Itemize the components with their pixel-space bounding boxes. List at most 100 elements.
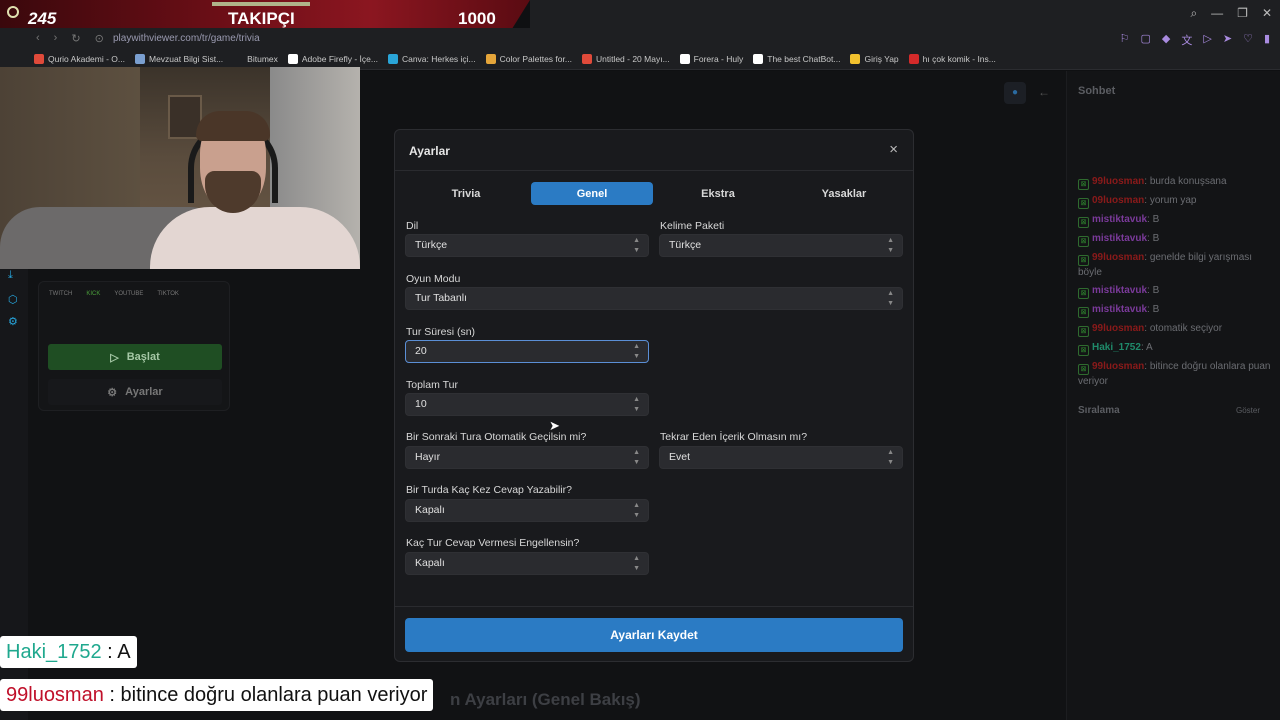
arrow-left-icon[interactable]: ← (1038, 85, 1050, 99)
ranking-show-button[interactable]: Göster (1236, 406, 1260, 415)
chat-text: yorum yap (1149, 195, 1197, 206)
select-arrows-icon: ▲ ▼ (887, 290, 894, 307)
goal-progress-marker (212, 2, 310, 6)
tab-trivia[interactable]: Trivia (405, 182, 527, 205)
chat-username[interactable]: Haki_1752 (1092, 342, 1141, 353)
word-pack-select[interactable]: Türkçe ▲ ▼ (659, 234, 903, 257)
bookmark-favicon-icon (485, 54, 496, 64)
bookmark-item[interactable]: Giriş Yap (850, 54, 899, 64)
chat-username[interactable]: mistiktavuk (1092, 304, 1147, 315)
site-info-icon[interactable]: ⊙ (95, 32, 104, 45)
select-arrows-icon: ▲ ▼ (633, 555, 640, 572)
bookmark-favicon-icon (679, 54, 690, 64)
platform-toggle[interactable]: TIKTOK (157, 291, 179, 297)
auto-advance-select[interactable]: Hayır ▲ ▼ (405, 446, 649, 469)
chat-username[interactable]: mistiktavuk (1092, 285, 1147, 296)
bookmark-item[interactable]: Bitumex (233, 54, 278, 64)
platform-toggle[interactable]: TWITCH (49, 291, 72, 297)
tab-ekstra[interactable]: Ekstra (657, 182, 779, 205)
forward-icon[interactable]: › (54, 32, 58, 45)
settings-tabs: Trivia Genel Ekstra Yasaklar (405, 182, 905, 205)
chat-username[interactable]: 09luosman (1092, 195, 1144, 206)
chat-text: A (1145, 342, 1153, 353)
chat-username[interactable]: 99luosman (1092, 176, 1144, 187)
game-mode-select[interactable]: Tur Tabanlı ▲ ▼ (405, 287, 903, 310)
restore-icon[interactable]: ❐ (1237, 6, 1248, 21)
modal-footer-divider (395, 606, 913, 607)
send-icon[interactable]: ➤ (1223, 32, 1232, 48)
shield-icon[interactable]: ◆ (1162, 32, 1170, 48)
minimize-icon[interactable]: — (1211, 6, 1223, 21)
chat-username[interactable]: 99luosman (1092, 361, 1144, 372)
settings-button[interactable]: ⚙ Ayarlar (48, 379, 222, 405)
stream-chat-bubble: 99luosman : bitince doğru olanlara puan … (0, 679, 434, 711)
bookmark-item[interactable]: Mevzuat Bilgi Sist... (135, 54, 223, 64)
bookmark-favicon-icon (233, 54, 243, 64)
tab-yasaklar[interactable]: Yasaklar (783, 182, 905, 205)
close-icon[interactable]: ✕ (1262, 6, 1272, 21)
word-pack-label: Kelime Paketi (660, 220, 725, 232)
translate-icon[interactable]: 文 (1181, 32, 1192, 48)
bookmark-label: Giriş Yap (864, 54, 899, 64)
chat-message: ⊠ Haki_1752: A (1078, 341, 1273, 356)
bookmark-item[interactable]: Color Palettes for... (485, 54, 572, 64)
gear-icon[interactable]: ⚙ (8, 315, 18, 328)
chat-username[interactable]: 99luosman (1092, 252, 1144, 263)
chat-username[interactable]: mistiktavuk (1092, 233, 1147, 244)
search-icon[interactable]: ⌕ (1190, 6, 1197, 21)
tab-genel[interactable]: Genel (531, 182, 653, 205)
language-select[interactable]: Türkçe ▲ ▼ (405, 234, 649, 257)
chat-message: ⊠ mistiktavuk: B (1078, 232, 1273, 247)
platform-toggle[interactable]: KICK (86, 291, 100, 297)
chat-message: ⊠ mistiktavuk: B (1078, 213, 1273, 228)
settings-label: Ayarlar (125, 386, 163, 398)
chat-text: otomatik seçiyor (1149, 323, 1223, 334)
select-arrows-icon: ▲ ▼ (633, 502, 640, 519)
bookmark-item[interactable]: hı çok komik - Ins... (908, 54, 996, 64)
chat-username[interactable]: 99luosman (1092, 323, 1144, 334)
bookmark-favicon-icon (850, 54, 861, 64)
modal-header: Ayarlar × (395, 130, 913, 171)
platform-badge-icon: ⊠ (1078, 288, 1089, 299)
save-settings-button[interactable]: Ayarları Kaydet (405, 618, 903, 652)
stepper-arrows-icon[interactable]: ▲ ▼ (633, 395, 640, 415)
chat-title: Sohbet (1078, 85, 1116, 97)
platform-badge-icon: ⊠ (1078, 364, 1089, 375)
bookmark-item[interactable]: The best ChatBot... (753, 54, 840, 64)
bookmark-icon[interactable]: ⚐ (1120, 32, 1130, 48)
platform-badge-icon: ⊠ (1078, 236, 1089, 247)
chat-message: ⊠ 99luosman: bitince doğru olanlara puan … (1078, 361, 1271, 387)
play-icon[interactable]: ▷ (1203, 32, 1211, 48)
bookmark-item[interactable]: Untitled - 20 Mayı... (581, 54, 670, 64)
no-repeat-select[interactable]: Evet ▲ ▼ (659, 446, 903, 469)
bookmark-label: hı çok komik - Ins... (922, 54, 996, 64)
chat-toggle-icon[interactable]: ● (1004, 82, 1026, 104)
download-icon[interactable]: ⤓ (8, 269, 13, 282)
close-icon[interactable]: × (889, 141, 898, 158)
answers-per-round-select[interactable]: Kapalı ▲ ▼ (405, 499, 649, 522)
sidebar-icon[interactable]: ▮ (1264, 32, 1270, 48)
platform-badge-icon: ⊠ (1078, 179, 1089, 190)
chat-message: ⊠ 99luosman: otomatik seçiyor (1078, 322, 1273, 337)
stream-chat-user: Haki_1752 (6, 641, 102, 663)
chat-username[interactable]: mistiktavuk (1092, 214, 1147, 225)
bookmark-item[interactable]: Qurio Akademi - O... (34, 54, 125, 64)
reload-icon[interactable]: ↻ (71, 32, 80, 45)
bookmark-label: The best ChatBot... (767, 54, 841, 64)
bookmark-item[interactable]: Canva: Herkes içi... (387, 54, 476, 64)
round-duration-field[interactable]: 20 ▲ ▼ (405, 340, 649, 363)
back-icon[interactable]: ‹ (36, 32, 40, 45)
puzzle-icon[interactable]: ⬡ (8, 293, 18, 306)
follower-count: 245 (28, 9, 57, 28)
extension-icon[interactable]: ▢ (1141, 32, 1151, 48)
start-button[interactable]: ▷ Başlat (48, 344, 222, 370)
stepper-arrows-icon[interactable]: ▲ ▼ (633, 342, 640, 362)
heart-icon[interactable]: ♡ (1243, 32, 1253, 48)
bookmark-item[interactable]: Forera - Huly (679, 54, 743, 64)
block-rounds-select[interactable]: Kapalı ▲ ▼ (405, 552, 649, 575)
ranking-title: Sıralama (1078, 405, 1120, 416)
bookmark-item[interactable]: Adobe Firefly - İçe... (287, 54, 378, 64)
url-field[interactable]: playwithviewer.com/tr/game/trivia (113, 33, 260, 44)
platform-toggle[interactable]: YOUTUBE (114, 291, 143, 297)
total-rounds-field[interactable]: 10 ▲ ▼ (405, 393, 649, 416)
